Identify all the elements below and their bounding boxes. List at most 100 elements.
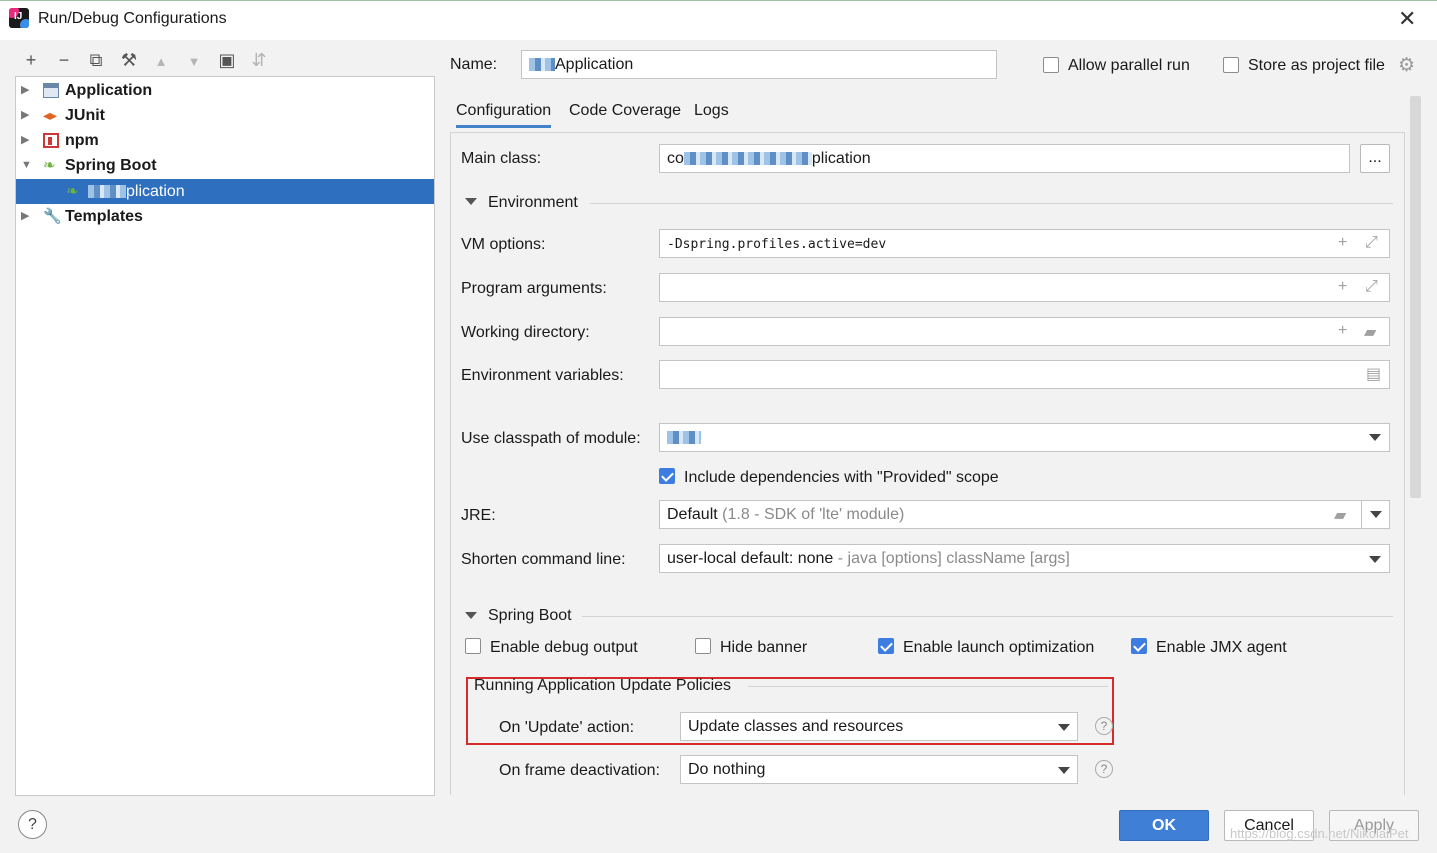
allow-parallel-run-checkbox[interactable] xyxy=(1043,57,1059,73)
vm-options-input[interactable]: -Dspring.profiles.active=dev xyxy=(659,229,1390,258)
help-icon[interactable]: ? xyxy=(1095,760,1113,778)
window-title: Run/Debug Configurations xyxy=(38,10,227,27)
chevron-down-icon[interactable] xyxy=(1370,511,1382,518)
allow-parallel-run-label: Allow parallel run xyxy=(1068,57,1190,74)
enable-launch-optimization-label: Enable launch optimization xyxy=(903,639,1095,656)
help-button[interactable]: ? xyxy=(18,810,47,839)
spring-app-icon: ❧ xyxy=(66,183,79,200)
shorten-command-line-label: Shorten command line: xyxy=(461,551,626,568)
tab-code-coverage[interactable]: Code Coverage xyxy=(569,102,681,120)
ok-button[interactable]: OK xyxy=(1119,810,1209,841)
tree-item-label: JUnit xyxy=(65,107,105,124)
gear-icon[interactable]: ⚙ xyxy=(1398,54,1415,77)
tab-configuration[interactable]: Configuration xyxy=(456,102,552,128)
tree-item-spring-application[interactable]: ❧ plication xyxy=(16,179,434,204)
enable-debug-output-checkbox[interactable] xyxy=(465,638,481,654)
on-frame-deactivation-select[interactable]: Do nothing xyxy=(680,755,1078,784)
enable-jmx-agent-label: Enable JMX agent xyxy=(1156,639,1287,656)
main-class-suffix: plication xyxy=(811,150,871,167)
tree-item-label: Templates xyxy=(65,208,143,225)
expand-icon[interactable]: ⤢ xyxy=(1365,278,1378,296)
classpath-module-select[interactable] xyxy=(659,423,1390,452)
tree-item-spring-boot[interactable]: ▼ ❧ Spring Boot xyxy=(16,153,434,178)
expand-arrow-icon[interactable]: ▶ xyxy=(21,204,29,229)
hide-banner-label: Hide banner xyxy=(720,639,808,656)
tree-item-templates[interactable]: ▶ 🔧 Templates xyxy=(16,204,434,229)
folder-icon[interactable]: ▰ xyxy=(1364,322,1376,342)
tree-item-label-wrapper: plication xyxy=(88,179,185,204)
vm-options-label: VM options: xyxy=(461,236,546,253)
new-folder-button[interactable]: ▣ xyxy=(216,50,238,71)
hide-banner-checkbox[interactable] xyxy=(695,638,711,654)
tree-item-junit[interactable]: ▶ ◂▸ JUnit xyxy=(16,103,434,128)
collapse-environment-icon[interactable] xyxy=(465,198,477,205)
edit-variables-icon[interactable]: ▤ xyxy=(1366,364,1381,384)
environment-variables-input[interactable] xyxy=(659,360,1390,389)
expand-arrow-icon[interactable]: ▶ xyxy=(21,103,29,128)
close-icon[interactable]: ✕ xyxy=(1398,6,1416,32)
vm-options-value: -Dspring.profiles.active=dev xyxy=(667,237,887,252)
redacted-text xyxy=(529,58,555,72)
classpath-module-label: Use classpath of module: xyxy=(461,430,641,447)
working-directory-input[interactable] xyxy=(659,317,1390,346)
chevron-down-icon[interactable] xyxy=(1369,556,1381,563)
application-icon xyxy=(43,83,59,98)
panel-border xyxy=(1404,133,1405,795)
tab-logs[interactable]: Logs xyxy=(694,102,729,120)
program-arguments-input[interactable] xyxy=(659,273,1390,302)
browse-main-class-button[interactable]: ... xyxy=(1360,144,1390,173)
expand-arrow-icon[interactable]: ▶ xyxy=(21,128,29,153)
enable-jmx-agent-checkbox[interactable] xyxy=(1131,638,1147,654)
enable-debug-output-label: Enable debug output xyxy=(490,639,638,656)
on-update-action-select[interactable]: Update classes and resources xyxy=(680,712,1078,741)
name-input[interactable]: Application xyxy=(521,50,997,79)
copy-configuration-button[interactable]: ⧉ xyxy=(85,50,107,71)
configuration-tree[interactable]: ▶ Application ▶ ◂▸ JUnit ▶ npm ▼ ❧ Sprin… xyxy=(15,76,435,796)
include-provided-label: Include dependencies with "Provided" sco… xyxy=(684,469,999,486)
program-arguments-label: Program arguments: xyxy=(461,280,607,297)
remove-configuration-button[interactable]: − xyxy=(53,50,75,71)
main-class-input[interactable]: co plication xyxy=(659,144,1350,173)
folder-icon[interactable]: ▰ xyxy=(1334,505,1346,525)
chevron-down-icon[interactable] xyxy=(1058,724,1070,731)
expand-icon[interactable]: ⤢ xyxy=(1365,234,1378,252)
environment-variables-label: Environment variables: xyxy=(461,367,624,384)
main-class-prefix: co xyxy=(667,150,684,167)
expand-arrow-icon[interactable]: ▶ xyxy=(21,78,29,103)
intellij-logo-icon: IJ xyxy=(9,8,29,28)
store-as-project-file-checkbox[interactable] xyxy=(1223,57,1239,73)
store-as-project-file-label: Store as project file xyxy=(1248,57,1385,74)
watermark: https://blog.csdn.net/NikolaiPet xyxy=(1230,826,1409,841)
sort-button[interactable]: ⇵ xyxy=(248,50,270,71)
add-configuration-button[interactable]: + xyxy=(20,50,42,71)
jre-value: Default xyxy=(667,506,718,523)
shorten-command-line-value: user-local default: none xyxy=(667,550,834,567)
collapse-arrow-icon[interactable]: ▼ xyxy=(21,153,32,178)
panel-border xyxy=(450,133,451,795)
enable-launch-optimization-checkbox[interactable] xyxy=(878,638,894,654)
include-provided-checkbox[interactable] xyxy=(659,468,675,484)
tree-item-npm[interactable]: ▶ npm xyxy=(16,128,434,153)
scrollbar-thumb[interactable] xyxy=(1410,96,1421,498)
chevron-down-icon[interactable] xyxy=(1058,767,1070,774)
move-up-button[interactable]: ▲ xyxy=(150,54,172,69)
insert-macro-icon[interactable]: + xyxy=(1338,234,1347,252)
edit-templates-button[interactable]: ⚒ xyxy=(118,50,140,71)
shorten-command-line-hint: - java [options] className [args] xyxy=(837,550,1070,567)
jre-select[interactable]: Default (1.8 - SDK of 'lte' module) xyxy=(659,500,1390,529)
tree-item-application[interactable]: ▶ Application xyxy=(16,78,434,103)
insert-macro-icon[interactable]: + xyxy=(1338,322,1347,340)
spring-boot-icon: ❧ xyxy=(43,157,56,174)
main-class-label: Main class: xyxy=(461,150,542,167)
chevron-down-icon[interactable] xyxy=(1369,434,1381,441)
working-directory-label: Working directory: xyxy=(461,324,590,341)
tree-item-label: Application xyxy=(65,82,153,99)
junit-icon: ◂▸ xyxy=(43,107,58,123)
move-down-button[interactable]: ▼ xyxy=(183,54,205,69)
insert-macro-icon[interactable]: + xyxy=(1338,278,1347,296)
collapse-spring-boot-icon[interactable] xyxy=(465,612,477,619)
tree-item-label: Spring Boot xyxy=(65,157,157,174)
help-icon[interactable]: ? xyxy=(1095,717,1113,735)
tab-divider xyxy=(450,132,1405,133)
shorten-command-line-select[interactable]: user-local default: none - java [options… xyxy=(659,544,1390,573)
